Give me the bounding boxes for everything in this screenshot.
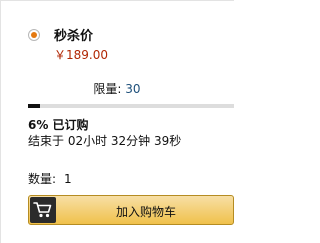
deal-price-radio[interactable] bbox=[28, 29, 40, 41]
claimed-progress-fill bbox=[28, 104, 41, 108]
limit-label: 限量: bbox=[93, 82, 122, 96]
cart-icon bbox=[30, 197, 56, 223]
deal-price-value: ￥189.00 bbox=[54, 48, 108, 62]
claimed-percent-text: 6% 已订购 bbox=[28, 118, 89, 132]
frame-top-border bbox=[0, 0, 234, 1]
quantity-value[interactable]: 1 bbox=[64, 172, 72, 186]
quantity-label: 数量: bbox=[28, 172, 57, 186]
add-to-cart-label: 加入购物车 bbox=[115, 205, 176, 219]
add-to-cart-button[interactable]: 加入购物车 bbox=[28, 195, 234, 225]
quantity-row: 数量: 1 bbox=[28, 170, 72, 187]
radio-selected-dot bbox=[31, 32, 37, 38]
limit-quantity: 限量: 30 bbox=[0, 80, 234, 97]
deal-price-label: 秒杀价 bbox=[54, 29, 94, 44]
frame-left-border bbox=[0, 0, 1, 243]
deal-ends-countdown: 结束于 02小时 32分钟 39秒 bbox=[28, 134, 182, 148]
limit-value: 30 bbox=[125, 82, 141, 96]
claimed-progress-bar bbox=[28, 104, 234, 108]
